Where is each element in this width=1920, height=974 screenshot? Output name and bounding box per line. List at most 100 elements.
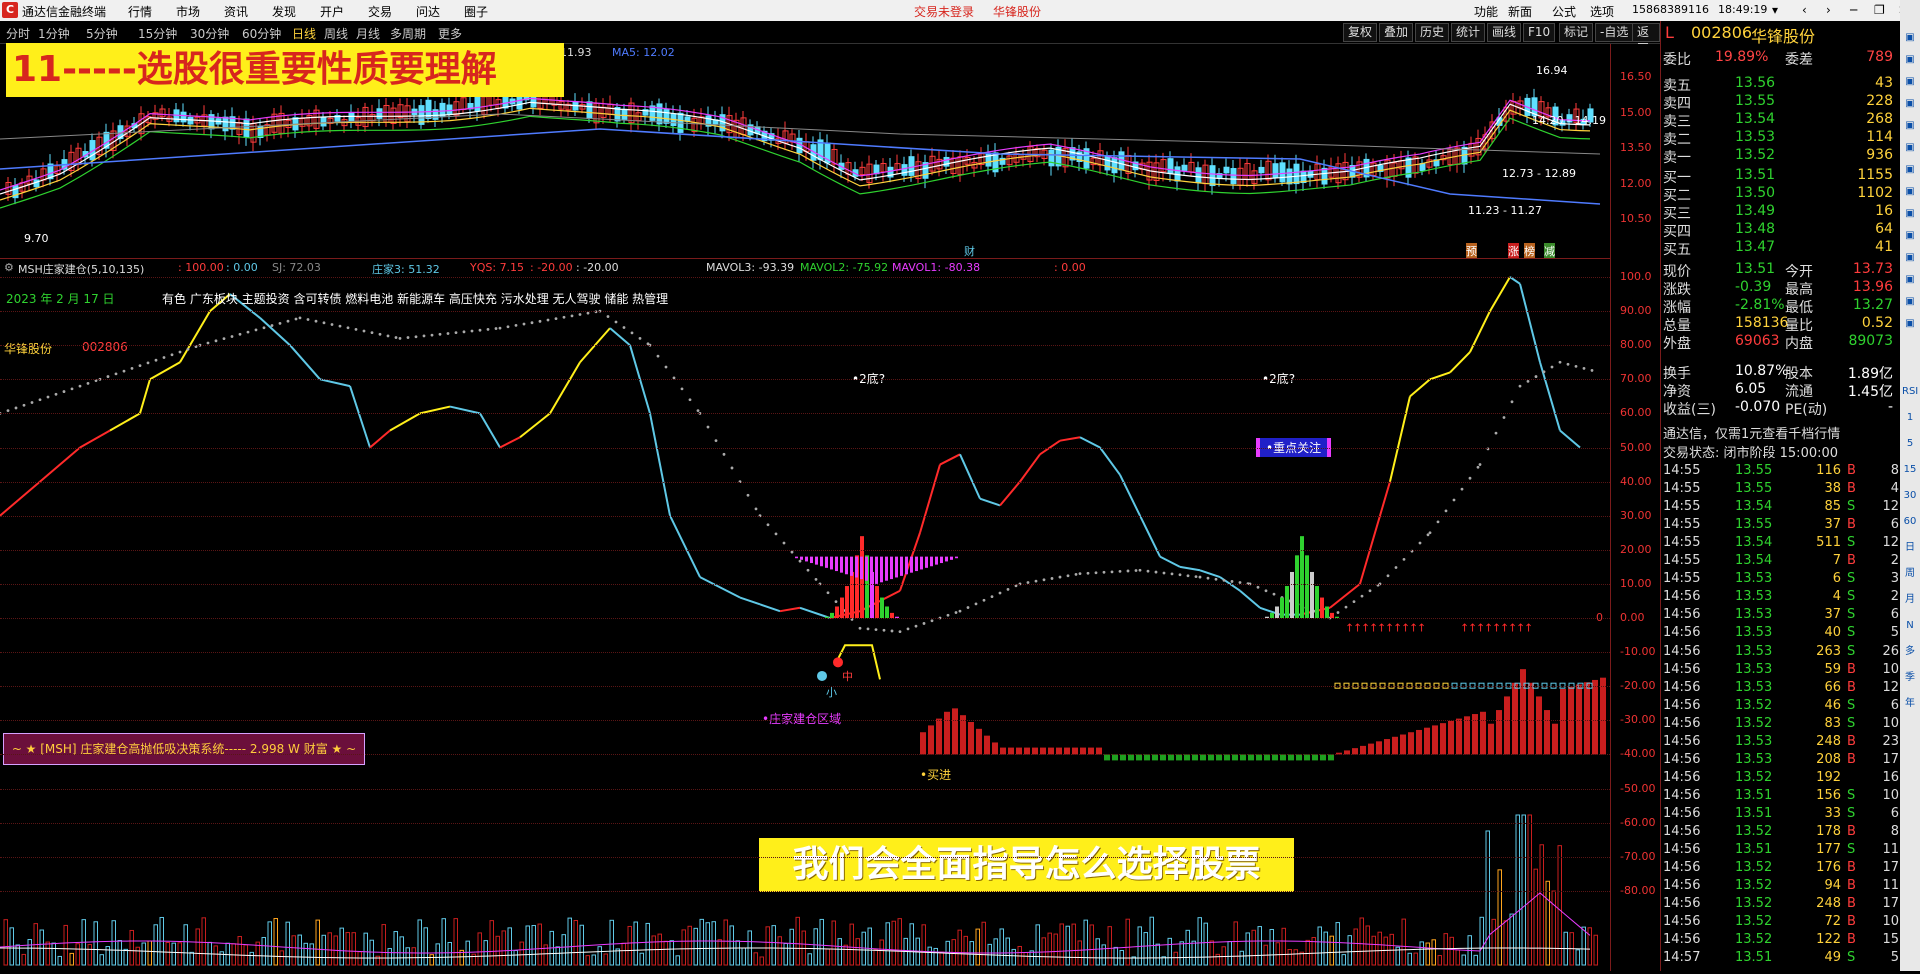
signal-dot xyxy=(154,358,158,362)
signal-dot xyxy=(958,609,962,613)
menu-wenda[interactable]: 问达 xyxy=(416,3,440,20)
side-tool-9[interactable]: N xyxy=(1902,618,1918,634)
side-tool-icon[interactable]: ▣ xyxy=(1902,250,1918,266)
side-tool-10[interactable]: 多 xyxy=(1902,644,1918,660)
dropdown-icon[interactable]: ▾ xyxy=(1772,3,1778,17)
volume-bar xyxy=(735,940,740,966)
period-60min[interactable]: 60分钟 xyxy=(242,25,281,42)
tool-diejia[interactable]: 叠加 xyxy=(1379,23,1414,42)
menu-zixun[interactable]: 资讯 xyxy=(224,3,248,20)
period-more[interactable]: 更多 xyxy=(438,25,462,42)
menu-kaihu[interactable]: 开户 xyxy=(320,3,344,20)
badge-zhang[interactable]: 涨 xyxy=(1508,243,1519,259)
tool-back[interactable]: 返回 xyxy=(1632,23,1660,56)
lower-histogram-bar xyxy=(992,742,998,755)
restore-icon[interactable]: ❐ xyxy=(1874,3,1885,17)
badge-jian[interactable]: 减 xyxy=(1544,243,1555,259)
side-tool-4[interactable]: 30 xyxy=(1902,488,1918,504)
indicator-axis-label: -30.00 xyxy=(1620,713,1656,727)
side-tool-11[interactable]: 季 xyxy=(1902,670,1918,686)
side-tool-12[interactable]: 年 xyxy=(1902,696,1918,712)
minimize-icon[interactable]: ─ xyxy=(1850,3,1857,17)
side-tool-icon[interactable]: ▣ xyxy=(1902,228,1918,244)
indicator-gridline xyxy=(0,856,1610,858)
menu-gongneng[interactable]: 功能 xyxy=(1474,3,1498,20)
side-tool-5[interactable]: 60 xyxy=(1902,514,1918,530)
volume-bar xyxy=(261,936,266,966)
signal-dot xyxy=(866,627,870,631)
badge-bang[interactable]: 榜 xyxy=(1524,243,1535,259)
side-tool-icon[interactable]: ▣ xyxy=(1902,140,1918,156)
side-tool-icon[interactable]: ▣ xyxy=(1902,272,1918,288)
volume-bar xyxy=(141,942,146,966)
menu-gongshi[interactable]: 公式 xyxy=(1552,3,1576,20)
side-tool-icon[interactable]: ▣ xyxy=(1902,30,1918,46)
side-tool-8[interactable]: 月 xyxy=(1902,592,1918,608)
menu-shichang[interactable]: 市场 xyxy=(176,3,200,20)
side-tool-icon[interactable]: ▣ xyxy=(1902,294,1918,310)
tick-cell: S xyxy=(1847,787,1856,803)
side-tool-icon[interactable]: ▣ xyxy=(1902,52,1918,68)
volume-bar xyxy=(765,926,770,966)
period-30min[interactable]: 30分钟 xyxy=(190,25,229,42)
period-weekly[interactable]: 周线 xyxy=(324,25,348,42)
indicator-title[interactable]: MSH庄家建仓(5,10,135) xyxy=(18,261,144,277)
signal-dot xyxy=(54,392,58,396)
period-fenshi[interactable]: 分时 xyxy=(6,25,30,42)
volume-bar xyxy=(975,928,980,966)
side-tool-icon[interactable]: ▣ xyxy=(1902,74,1918,90)
back-arrow-icon[interactable]: ‹ xyxy=(1802,3,1807,17)
tick-cell: 17 xyxy=(1882,751,1899,767)
tool-tongji[interactable]: 统计 xyxy=(1451,23,1486,42)
indicator-settings-icon[interactable]: ⚙ xyxy=(4,261,14,274)
side-tool-3[interactable]: 15 xyxy=(1902,462,1918,478)
signal-dot xyxy=(1510,400,1514,404)
tick-cell: 12 xyxy=(1882,679,1899,695)
period-daily[interactable]: 日线 xyxy=(292,25,316,42)
side-tool-1[interactable]: 1 xyxy=(1902,410,1918,426)
badge-cai[interactable]: 财 xyxy=(964,243,975,259)
menu-jiaoyi[interactable]: 交易 xyxy=(368,3,392,20)
menu-xinmian[interactable]: 新面 xyxy=(1508,3,1532,20)
period-5min[interactable]: 5分钟 xyxy=(86,25,118,42)
menu-quanzi[interactable]: 圈子 xyxy=(464,3,488,20)
side-tool-icon[interactable]: ▣ xyxy=(1902,206,1918,222)
tool-huaxian[interactable]: 画线 xyxy=(1487,23,1522,42)
period-15min[interactable]: 15分钟 xyxy=(138,25,177,42)
period-multi[interactable]: 多周期 xyxy=(390,25,426,42)
menu-faxian[interactable]: 发现 xyxy=(272,3,296,20)
side-tool-icon[interactable]: ▣ xyxy=(1902,96,1918,112)
tool-lishi[interactable]: 历史 xyxy=(1415,23,1450,42)
tool-f10[interactable]: F10 xyxy=(1523,23,1556,42)
tool-fuquan[interactable]: 复权 xyxy=(1343,23,1378,42)
menu-hangqing[interactable]: 行情 xyxy=(128,3,152,20)
tool-remove-favorite[interactable]: -自选 xyxy=(1595,23,1634,42)
signal-dot xyxy=(998,591,1002,595)
indicator-gridline xyxy=(0,822,1610,824)
tick-cell: 14:56 xyxy=(1663,589,1701,605)
side-tool-6[interactable]: 日 xyxy=(1902,540,1918,556)
side-tool-0[interactable]: RSI xyxy=(1902,384,1918,400)
period-1min[interactable]: 1分钟 xyxy=(38,25,70,42)
side-tool-icon[interactable]: ▣ xyxy=(1902,118,1918,134)
period-monthly[interactable]: 月线 xyxy=(356,25,380,42)
login-status[interactable]: 交易未登录 xyxy=(914,3,974,20)
volume-bar xyxy=(699,918,704,966)
side-tool-icon[interactable]: ▣ xyxy=(1902,162,1918,178)
menu-xuanxiang[interactable]: 选项 xyxy=(1590,3,1614,20)
side-tool-icon[interactable]: ▣ xyxy=(1902,316,1918,332)
side-tool-icon[interactable]: ▣ xyxy=(1902,184,1918,200)
signal-dot xyxy=(1074,572,1078,576)
badge-yu[interactable]: 预 xyxy=(1466,243,1477,259)
forward-arrow-icon[interactable]: › xyxy=(1826,3,1831,17)
tick-cell: 14:57 xyxy=(1663,950,1701,966)
signal-dot xyxy=(586,311,590,315)
tool-biaoji[interactable]: 标记 xyxy=(1559,23,1594,42)
volume-bar xyxy=(579,924,584,966)
volume-bar xyxy=(1113,946,1118,966)
promo-text[interactable]: 通达信，仅需1元查看千档行情 xyxy=(1663,423,1897,442)
side-tool-7[interactable]: 周 xyxy=(1902,566,1918,582)
volume-bar xyxy=(1209,940,1214,966)
side-tool-2[interactable]: 5 xyxy=(1902,436,1918,452)
bid-row: 买四 13.48 64 xyxy=(1663,221,1897,240)
